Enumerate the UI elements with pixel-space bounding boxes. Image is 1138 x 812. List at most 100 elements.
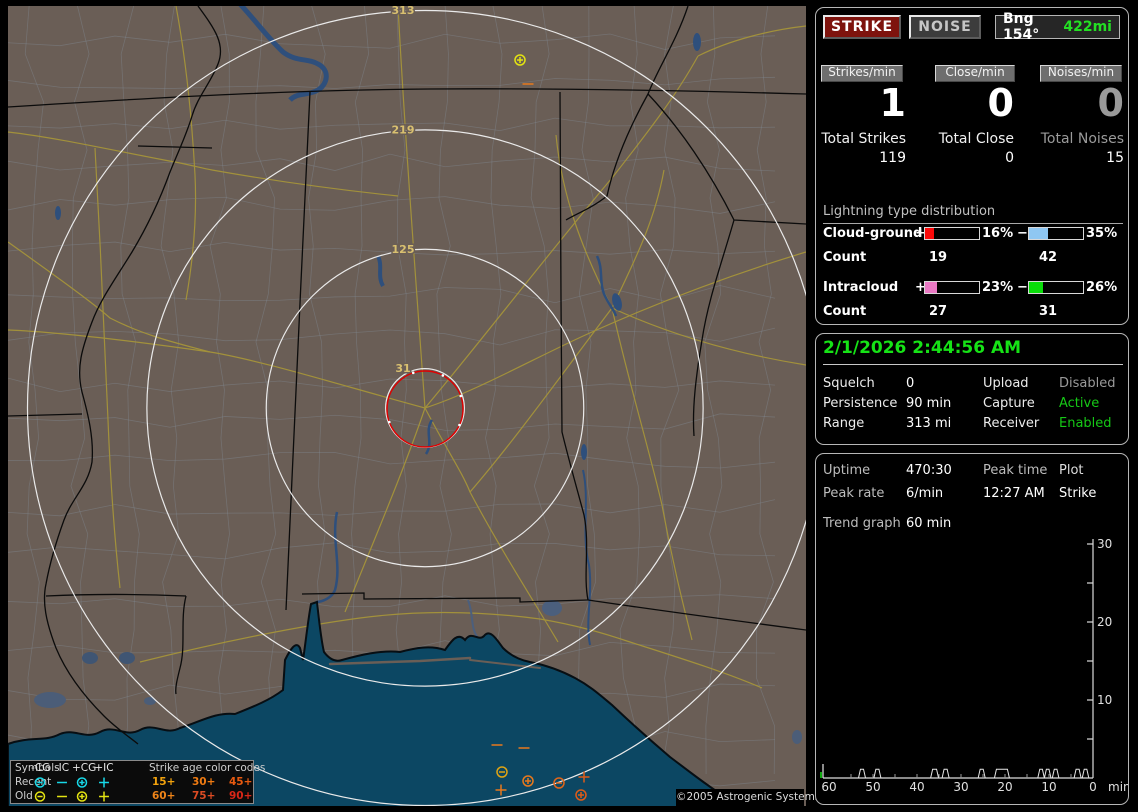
svg-text:30: 30 xyxy=(1097,537,1112,551)
recent-pos-cg-icon xyxy=(75,776,89,789)
ic-plus-pct: 23% xyxy=(982,280,1014,295)
total-close-label: Total Close xyxy=(938,131,1014,147)
noise-mode-button[interactable]: NOISE xyxy=(909,15,981,39)
intracloud-label: Intracloud xyxy=(823,280,899,295)
persistence-value: 90 min xyxy=(906,396,952,411)
total-strikes-label: Total Strikes xyxy=(821,131,906,147)
ic-minus-sign: − xyxy=(1017,280,1028,295)
range-value: 313 mi xyxy=(906,416,952,431)
close-per-min-value: 0 xyxy=(987,81,1014,125)
plot-header: Plot xyxy=(1059,463,1084,478)
plot-value: Strike xyxy=(1059,486,1097,501)
capture-value: Active xyxy=(1059,396,1100,411)
svg-text:20: 20 xyxy=(997,780,1012,794)
range-label: Range xyxy=(823,416,865,431)
bearing-label: Bng 154° xyxy=(1003,11,1040,43)
panel-statistics: STRIKE NOISE Bng 154° 422mi Strikes/min … xyxy=(815,7,1129,325)
persistence-label: Persistence xyxy=(823,396,898,411)
cg-minus-bar xyxy=(1028,227,1084,240)
cg-plus-count: 19 xyxy=(929,250,948,265)
distribution-title: Lightning type distribution xyxy=(823,204,1123,224)
squelch-label: Squelch xyxy=(823,376,875,391)
noises-per-min-value: 0 xyxy=(1097,81,1124,125)
svg-text:50: 50 xyxy=(865,780,880,794)
cg-minus-sign: − xyxy=(1017,226,1028,241)
recent-pos-ic-icon xyxy=(97,776,111,789)
receiver-value: Enabled xyxy=(1059,416,1112,431)
peak-time-header: Peak time xyxy=(983,463,1048,478)
legend-col--ic: -IC xyxy=(54,762,70,774)
svg-text:219: 219 xyxy=(392,123,415,136)
ic-plus-count: 27 xyxy=(929,304,948,319)
old-neg-ic-icon xyxy=(55,790,69,803)
uptime-label: Uptime xyxy=(823,463,871,478)
svg-text:min: min xyxy=(1108,780,1128,794)
panel-trend: Uptime 470:30 Peak time Plot Peak rate 6… xyxy=(815,453,1129,805)
svg-text:125: 125 xyxy=(392,243,415,256)
upload-value: Disabled xyxy=(1059,376,1116,391)
map-legend: Symbols -CG -IC +CG +IC Strike age color… xyxy=(10,760,265,804)
age-60: 60+ xyxy=(152,790,176,802)
datetime-divider xyxy=(823,364,1123,365)
svg-text:40: 40 xyxy=(909,780,924,794)
legend-col-+ic: +IC xyxy=(94,762,114,774)
recent-neg-cg-icon xyxy=(33,776,47,789)
cg-minus-pct: 35% xyxy=(1086,226,1118,241)
svg-text:313: 313 xyxy=(392,6,415,17)
cg-plus-bar xyxy=(924,227,980,240)
ic-count-label: Count xyxy=(823,304,867,319)
current-datetime: 2/1/2026 2:44:56 AM xyxy=(823,338,1022,358)
svg-text:60: 60 xyxy=(821,780,836,794)
age-30: 30+ xyxy=(192,776,216,788)
svg-text:31: 31 xyxy=(395,362,410,375)
peak-rate-value: 6/min xyxy=(906,486,944,501)
close-per-min-header: Close/min xyxy=(935,65,1015,82)
total-close-value: 0 xyxy=(1005,150,1014,166)
cg-count-label: Count xyxy=(823,250,867,265)
total-noises-label: Total Noises xyxy=(1040,131,1124,147)
peak-time-value: 12:27 AM xyxy=(983,486,1045,501)
ic-minus-pct: 26% xyxy=(1086,280,1118,295)
cg-plus-pct: 16% xyxy=(982,226,1014,241)
app-window: 313 219 125 31 Symbols -CG -IC +CG +IC Stri… xyxy=(0,0,1138,812)
strike-mode-button[interactable]: STRIKE xyxy=(823,15,901,39)
ic-minus-count: 31 xyxy=(1039,304,1058,319)
upload-label: Upload xyxy=(983,376,1029,391)
age-15: 15+ xyxy=(152,776,176,788)
old-neg-cg-icon xyxy=(33,790,47,803)
svg-text:20: 20 xyxy=(1097,615,1112,629)
total-strikes-value: 119 xyxy=(879,150,906,166)
capture-label: Capture xyxy=(983,396,1035,411)
bearing-distance: 422mi xyxy=(1063,19,1112,35)
total-noises-value: 15 xyxy=(1106,150,1124,166)
legend-row-old-label: Old xyxy=(15,790,33,802)
strikes-per-min-header: Strikes/min xyxy=(821,65,903,82)
svg-text:30: 30 xyxy=(953,780,968,794)
svg-text:10: 10 xyxy=(1041,780,1056,794)
old-pos-ic-icon xyxy=(97,790,111,803)
bearing-readout: Bng 154° 422mi xyxy=(995,11,1120,43)
cg-minus-count: 42 xyxy=(1039,250,1058,265)
legend-col--cg: -CG xyxy=(31,762,51,774)
old-pos-cg-icon xyxy=(75,790,89,803)
noises-per-min-header: Noises/min xyxy=(1040,65,1122,82)
panel-status: 2/1/2026 2:44:56 AM Squelch 0 Upload Dis… xyxy=(815,333,1129,445)
squelch-value: 0 xyxy=(906,376,915,391)
uptime-value: 470:30 xyxy=(906,463,952,478)
copyright-notice: ©2005 Astrogenic Systems xyxy=(676,789,820,806)
ic-plus-bar xyxy=(924,281,980,294)
cloud-ground-label: Cloud-ground xyxy=(823,226,923,241)
trend-graph: 10 20 30 60 50 40 30 20 10 0 min xyxy=(820,537,1128,794)
map[interactable]: 313 219 125 31 xyxy=(8,6,806,806)
receiver-label: Receiver xyxy=(983,416,1040,431)
recent-neg-ic-icon xyxy=(55,776,69,789)
legend-col-+cg: +CG xyxy=(72,762,97,774)
svg-text:10: 10 xyxy=(1097,693,1112,707)
age-90: 90+ xyxy=(229,790,253,802)
age-45: 45+ xyxy=(229,776,253,788)
age-75: 75+ xyxy=(192,790,216,802)
strikes-per-min-value: 1 xyxy=(879,81,906,125)
svg-text:0: 0 xyxy=(1089,780,1097,794)
ic-minus-bar xyxy=(1028,281,1084,294)
peak-rate-label: Peak rate xyxy=(823,486,885,501)
